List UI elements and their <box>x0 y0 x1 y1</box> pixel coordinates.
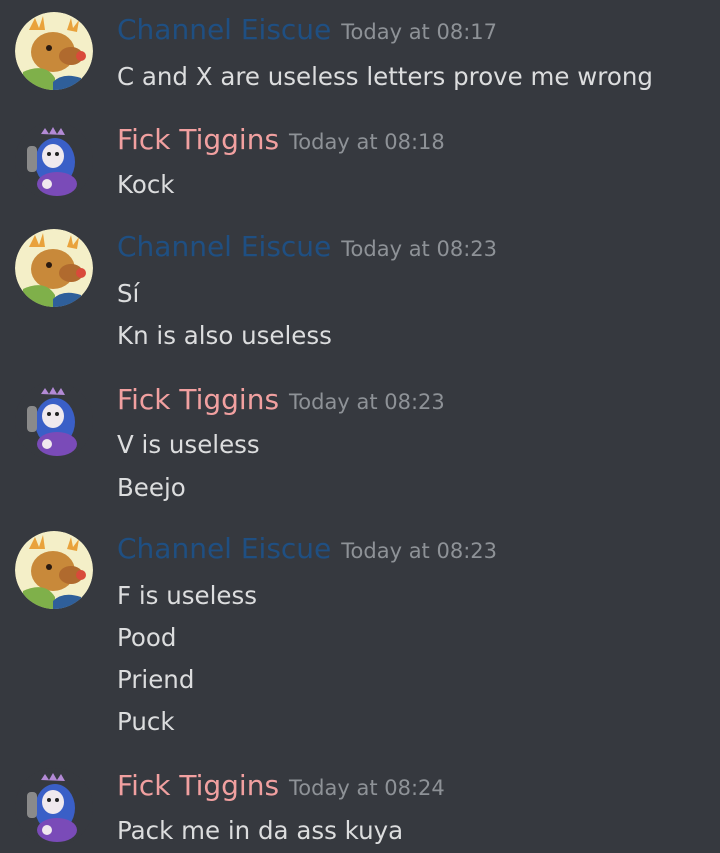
username[interactable]: Channel Eiscue <box>117 230 331 263</box>
timestamp: Today at 08:24 <box>289 776 445 800</box>
timestamp: Today at 08:17 <box>341 20 497 44</box>
message-text: Pack me in da ass kuya <box>117 816 404 845</box>
character-avatar-icon[interactable] <box>15 122 93 200</box>
message-header: Fick Tiggins Today at 08:24 <box>117 768 445 806</box>
username[interactable]: Fick Tiggins <box>117 383 279 416</box>
message-text: Pood <box>117 623 177 652</box>
username[interactable]: Channel Eiscue <box>117 13 331 46</box>
username[interactable]: Fick Tiggins <box>117 123 279 156</box>
message-text: F is useless <box>117 581 258 610</box>
username[interactable]: Fick Tiggins <box>117 769 279 802</box>
timestamp: Today at 08:23 <box>341 237 497 261</box>
message-header: Channel Eiscue Today at 08:17 <box>117 12 497 50</box>
username[interactable]: Channel Eiscue <box>117 532 331 565</box>
message-header: Fick Tiggins Today at 08:23 <box>117 382 445 420</box>
timestamp: Today at 08:18 <box>289 130 445 154</box>
message-header: Channel Eiscue Today at 08:23 <box>117 229 497 267</box>
timestamp: Today at 08:23 <box>289 390 445 414</box>
message-header: Fick Tiggins Today at 08:18 <box>117 122 445 160</box>
timestamp: Today at 08:23 <box>341 539 497 563</box>
deer-avatar-icon[interactable] <box>15 229 93 307</box>
deer-avatar-icon[interactable] <box>15 531 93 609</box>
message-text: Kn is also useless <box>117 321 332 350</box>
message-text: C and X are useless letters prove me wro… <box>117 62 653 91</box>
message-header: Channel Eiscue Today at 08:23 <box>117 531 497 569</box>
deer-avatar-icon[interactable] <box>15 12 93 90</box>
character-avatar-icon[interactable] <box>15 768 93 846</box>
message-text: Puck <box>117 707 175 736</box>
message-text: Sí <box>117 279 140 308</box>
message-text: Kock <box>117 170 175 199</box>
character-avatar-icon[interactable] <box>15 382 93 460</box>
message-text: Beejo <box>117 473 186 502</box>
message-text: V is useless <box>117 430 260 459</box>
message-text: Priend <box>117 665 195 694</box>
